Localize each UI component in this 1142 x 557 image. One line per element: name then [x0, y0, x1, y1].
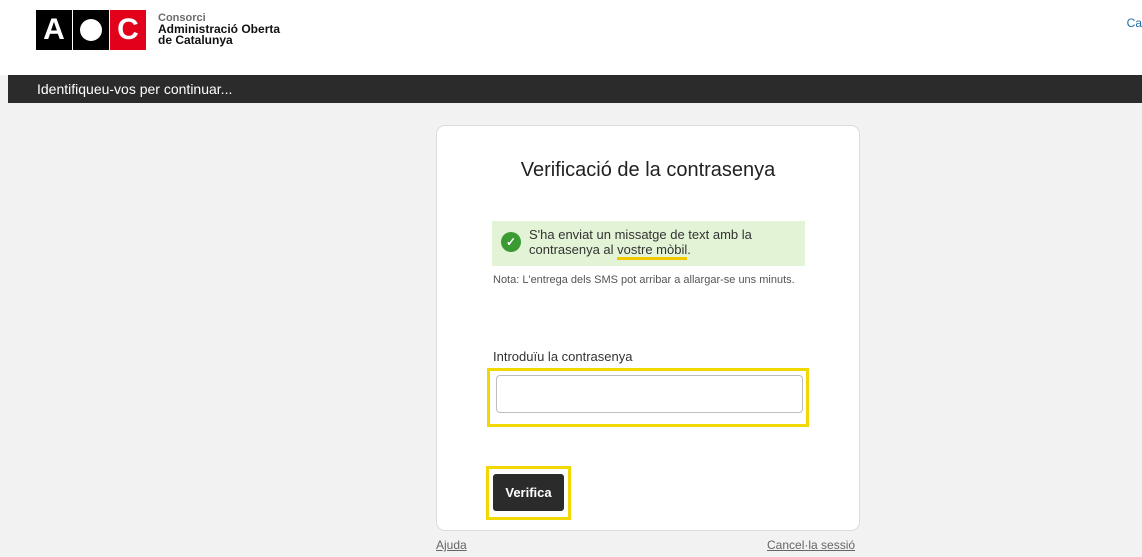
logo-block-o [73, 10, 109, 50]
page-title: Verificació de la contrasenya [520, 159, 776, 181]
org-line-3: de Catalunya [158, 33, 233, 47]
verify-button[interactable]: Verifica [493, 474, 564, 511]
password-label: Introduïu la contrasenya [493, 349, 633, 364]
logo-letter-c: C [117, 13, 139, 46]
password-input[interactable] [496, 375, 803, 413]
check-circle-icon: ✓ [501, 232, 521, 252]
language-link[interactable]: Ca [1127, 16, 1142, 30]
logo-letter-a: A [43, 13, 65, 46]
top-bar-text: Identifiqueu-vos per continuar... [37, 81, 233, 97]
sms-delay-note: Nota: L'entrega dels SMS pot arribar a a… [493, 274, 795, 286]
help-link[interactable]: Ajuda [436, 538, 467, 552]
logo-circle [80, 19, 102, 41]
header: A C Consorci Administració Oberta de Cat… [0, 0, 1142, 75]
logo-block-a: A [36, 10, 72, 50]
mobile-link[interactable]: vostre mòbil [617, 242, 688, 260]
alert-message: S'ha enviat un missatge de text amb la c… [529, 227, 799, 260]
cancel-session-link[interactable]: Cancel·la sessió [767, 538, 855, 552]
verification-card: Verificació de la contrasenya ✓ S'ha env… [436, 125, 860, 531]
organization-name: Consorci Administració Oberta de Catalun… [158, 13, 280, 47]
aoc-logo[interactable]: A C [36, 10, 146, 50]
sms-sent-alert: ✓ S'ha enviat un missatge de text amb la… [492, 221, 805, 266]
alert-text-end: . [687, 242, 691, 257]
logo-block-c: C [110, 10, 146, 50]
top-bar: Identifiqueu-vos per continuar... [8, 75, 1142, 103]
